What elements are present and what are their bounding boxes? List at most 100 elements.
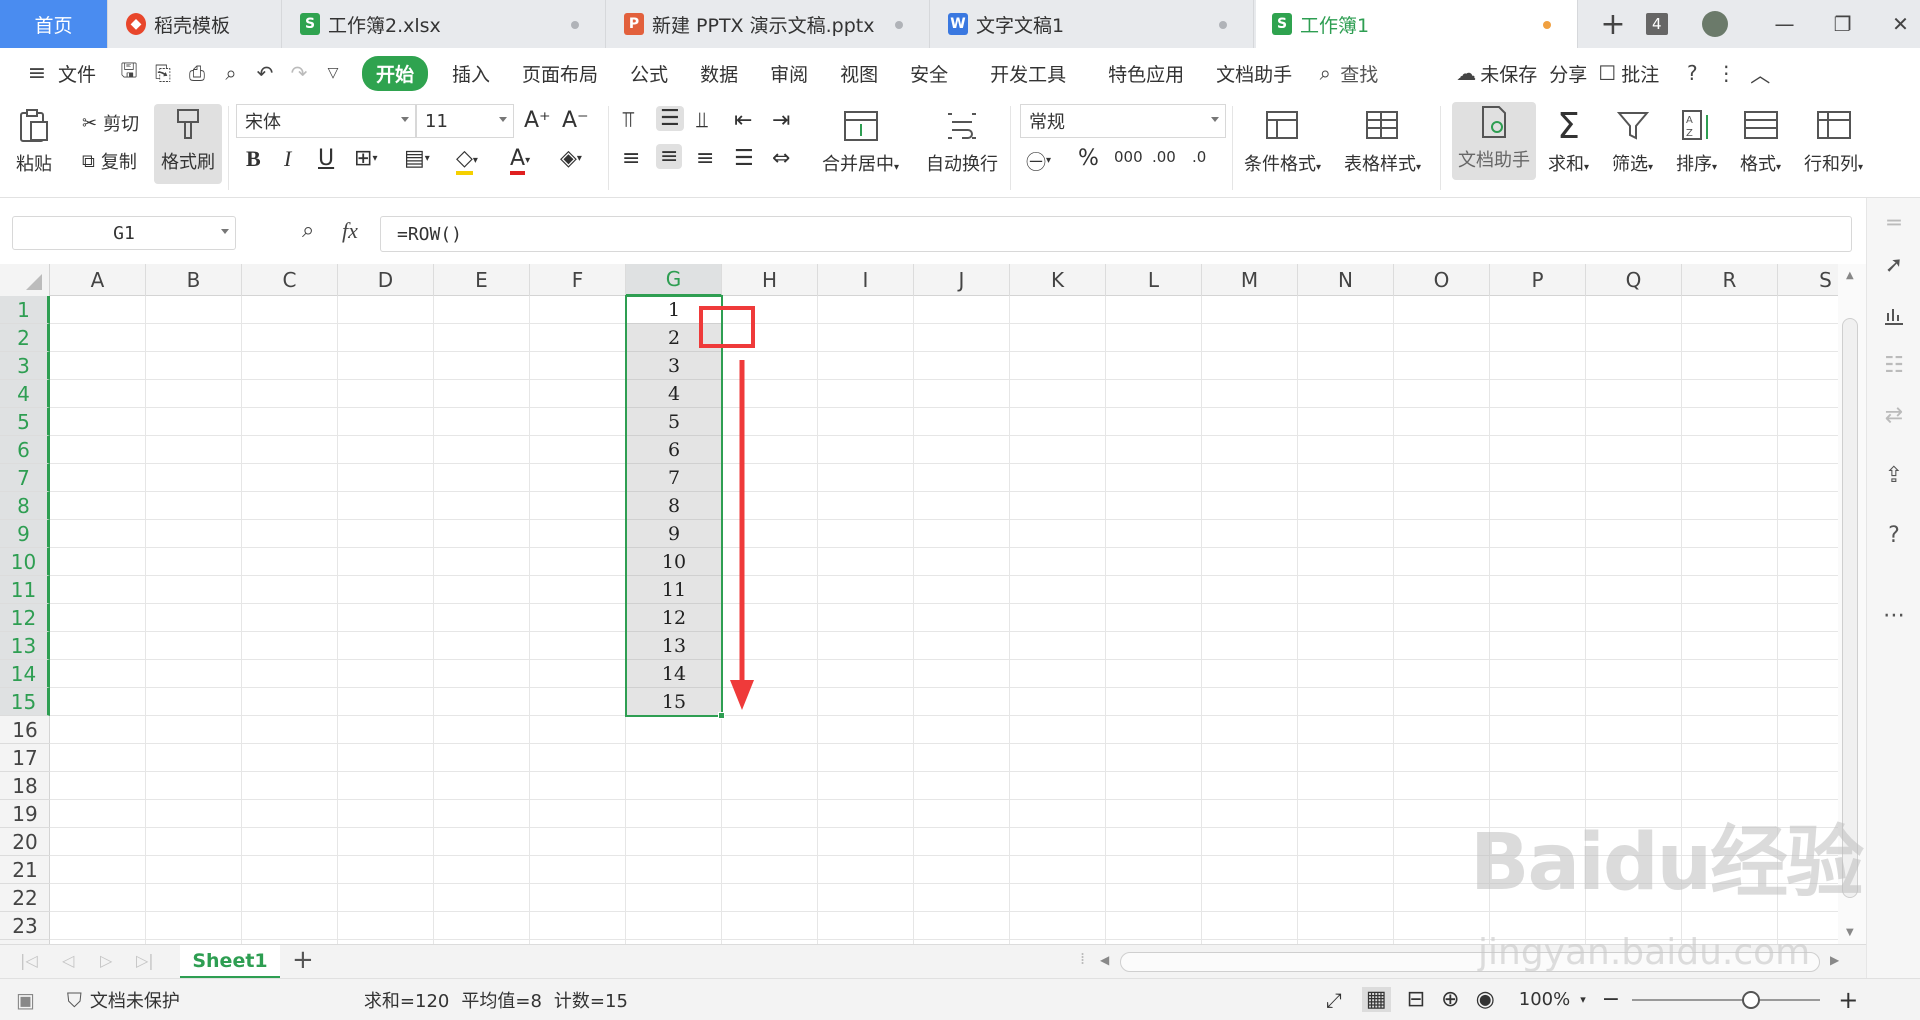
align-top-icon[interactable]: ⫪ xyxy=(622,108,634,133)
menu-doc-assistant[interactable]: 文档助手 xyxy=(1200,60,1308,87)
font-color-icon[interactable]: A ▾ xyxy=(510,146,530,175)
column-header-c[interactable]: C xyxy=(242,264,338,296)
tab-workbook1[interactable]: S 工作簿1 xyxy=(1256,0,1578,48)
zoom-in-icon[interactable]: + xyxy=(1838,986,1858,1014)
percent-icon[interactable]: % xyxy=(1078,146,1099,171)
customize-icon[interactable]: ▽ xyxy=(316,56,350,90)
tab-count-badge[interactable]: 4 xyxy=(1646,13,1668,35)
name-box[interactable]: G1 xyxy=(12,216,236,250)
thousands-icon[interactable]: 000 xyxy=(1114,148,1143,166)
column-header-b[interactable]: B xyxy=(146,264,242,296)
prev-sheet-icon[interactable]: ◁ xyxy=(62,951,74,970)
column-header-l[interactable]: L xyxy=(1106,264,1202,296)
align-right-icon[interactable]: ≡ xyxy=(696,146,714,171)
font-size-select[interactable]: 11 xyxy=(416,104,514,138)
tab-close-dot[interactable] xyxy=(895,21,903,29)
print-preview-icon[interactable]: ⌕ xyxy=(214,56,248,90)
minimize-icon[interactable]: — xyxy=(1768,7,1802,41)
menu-special[interactable]: 特色应用 xyxy=(1092,60,1200,87)
more-icon[interactable]: ⋮ xyxy=(1709,56,1743,90)
column-header-h[interactable]: H xyxy=(722,264,818,296)
column-header-p[interactable]: P xyxy=(1490,264,1586,296)
number-format-select[interactable]: 常规 xyxy=(1020,104,1226,138)
zoom-slider-knob[interactable] xyxy=(1742,990,1761,1009)
column-header-o[interactable]: O xyxy=(1394,264,1490,296)
help-icon[interactable]: ? xyxy=(1675,56,1709,90)
status-sum[interactable]: 求和=120 xyxy=(364,987,449,1013)
menu-search[interactable]: 查找 xyxy=(1338,60,1394,87)
decrease-indent-icon[interactable]: ⇤ xyxy=(734,108,752,133)
menu-insert[interactable]: 插入 xyxy=(436,60,506,87)
protect-status[interactable]: 文档未保护 xyxy=(90,987,180,1013)
row-header-16[interactable]: 16 xyxy=(0,716,50,744)
row-header-8[interactable]: 8 xyxy=(0,492,50,520)
filter-button[interactable]: 筛选▾ xyxy=(1612,106,1653,176)
row-header-21[interactable]: 21 xyxy=(0,856,50,884)
paste-button[interactable]: 粘贴 xyxy=(14,106,54,176)
align-middle-icon[interactable]: ☰ xyxy=(656,106,684,131)
row-header-10[interactable]: 10 xyxy=(0,548,50,576)
normal-view-icon[interactable]: ▦ xyxy=(1361,987,1391,1012)
row-header-4[interactable]: 4 xyxy=(0,380,50,408)
menu-review[interactable]: 审阅 xyxy=(754,60,824,87)
column-header-k[interactable]: K xyxy=(1010,264,1106,296)
redo-icon[interactable]: ↷ xyxy=(282,56,316,90)
column-header-d[interactable]: D xyxy=(338,264,434,296)
unsaved-dot[interactable] xyxy=(1543,21,1551,29)
menu-home[interactable]: 开始 xyxy=(362,55,429,91)
scroll-up-icon[interactable]: ▲ xyxy=(1846,270,1854,281)
align-left-icon[interactable]: ≡ xyxy=(622,146,640,171)
new-tab-icon[interactable]: + xyxy=(1590,7,1636,42)
italic-button[interactable]: I xyxy=(284,146,291,172)
next-sheet-icon[interactable]: ▷ xyxy=(100,951,112,970)
menu-security[interactable]: 安全 xyxy=(894,60,964,87)
zoom-slider[interactable] xyxy=(1632,990,1821,1009)
format-button[interactable]: 格式▾ xyxy=(1740,106,1781,176)
increase-indent-icon[interactable]: ⇥ xyxy=(772,108,790,133)
row-header-9[interactable]: 9 xyxy=(0,520,50,548)
column-header-f[interactable]: F xyxy=(530,264,626,296)
status-count[interactable]: 计数=15 xyxy=(554,987,628,1013)
row-header-14[interactable]: 14 xyxy=(0,660,50,688)
row-header-15[interactable]: 15 xyxy=(0,688,50,716)
tab-close-dot[interactable] xyxy=(571,21,579,29)
tab-close-dot[interactable] xyxy=(1219,21,1227,29)
bold-button[interactable]: B xyxy=(246,146,261,172)
zoom-level[interactable]: 100% xyxy=(1519,989,1570,1010)
fill-handle[interactable] xyxy=(718,712,725,719)
scroll-down-icon[interactable]: ▼ xyxy=(1846,927,1854,938)
zoom-dropdown-icon[interactable]: ▾ xyxy=(1580,993,1586,1006)
share-out-icon[interactable]: ⇪ xyxy=(1879,460,1909,490)
row-header-7[interactable]: 7 xyxy=(0,464,50,492)
row-header-1[interactable]: 1 xyxy=(0,296,50,324)
sheet-tab[interactable]: Sheet1 xyxy=(180,945,280,979)
column-header-j[interactable]: J xyxy=(914,264,1010,296)
row-header-23[interactable]: 23 xyxy=(0,912,50,940)
row-header-20[interactable]: 20 xyxy=(0,828,50,856)
decrease-decimal-icon[interactable]: .0 xyxy=(1192,148,1206,166)
menu-formula[interactable]: 公式 xyxy=(614,60,684,87)
zoom-out-icon[interactable]: − xyxy=(1602,987,1620,1012)
row-header-6[interactable]: 6 xyxy=(0,436,50,464)
eraser-icon[interactable]: ◈ ▾ xyxy=(560,146,582,171)
save-icon[interactable]: 🖫 xyxy=(112,56,146,90)
menu-view[interactable]: 视图 xyxy=(824,60,894,87)
unsaved-status[interactable]: 未保存 xyxy=(1480,60,1543,87)
currency-icon[interactable]: ㊀ ▾ xyxy=(1026,146,1051,175)
fx-button[interactable]: fx xyxy=(342,218,358,244)
underline-button[interactable]: U xyxy=(318,146,334,171)
column-header-g[interactable]: G xyxy=(626,264,722,296)
first-sheet-icon[interactable]: |◁ xyxy=(20,951,38,970)
row-header-17[interactable]: 17 xyxy=(0,744,50,772)
tab-workbook2[interactable]: S 工作簿2.xlsx xyxy=(284,0,606,48)
eye-protection-icon[interactable]: ◉ xyxy=(1476,987,1495,1012)
collapse-ribbon-icon[interactable]: ︿ xyxy=(1743,56,1777,90)
decrease-font-icon[interactable]: A⁻ xyxy=(562,108,589,133)
row-header-13[interactable]: 13 xyxy=(0,632,50,660)
justify-icon[interactable]: ☰ xyxy=(734,146,754,171)
restore-icon[interactable]: ❐ xyxy=(1826,7,1860,41)
column-header-a[interactable]: A xyxy=(50,264,146,296)
print-icon[interactable]: ⎙ xyxy=(180,56,214,90)
undo-icon[interactable]: ↶ xyxy=(248,56,282,90)
border-icon[interactable]: ⊞ ▾ xyxy=(354,146,377,171)
